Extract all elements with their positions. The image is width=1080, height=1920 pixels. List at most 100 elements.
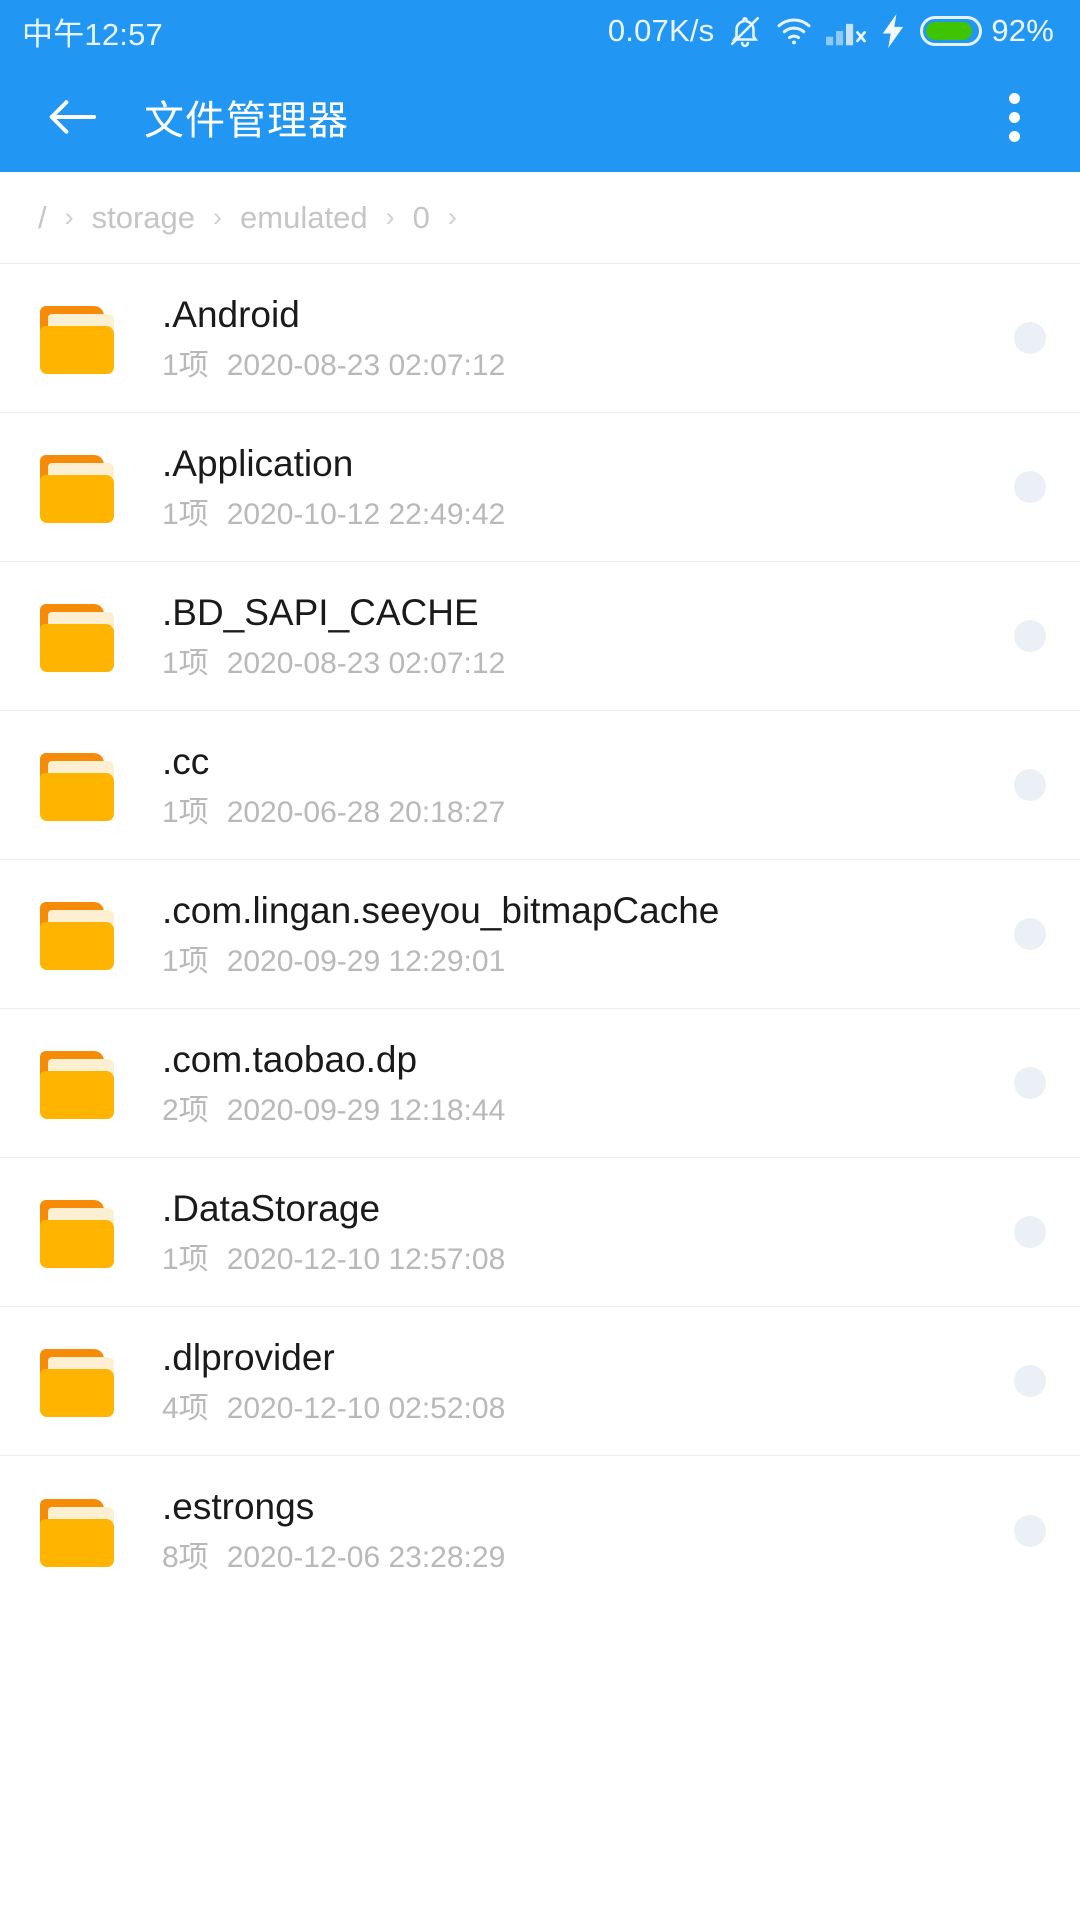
file-modified-time: 2020-09-29 12:18:44	[226, 1093, 506, 1127]
file-row-text: .Application 1项 2020-10-12 22:49:42	[162, 442, 994, 532]
file-meta: 1项 2020-08-23 02:07:12	[162, 646, 994, 681]
folder-icon-part	[40, 475, 114, 523]
file-row[interactable]: .com.taobao.dp 2项 2020-09-29 12:18:44	[0, 1009, 1080, 1158]
folder-icon-part	[40, 1369, 114, 1417]
folder-icon	[40, 898, 120, 970]
select-indicator[interactable]	[1014, 918, 1046, 950]
battery-percent-label: 92%	[991, 13, 1054, 48]
file-item-count: 1项	[162, 1242, 209, 1276]
file-row[interactable]: .cc 1项 2020-06-28 20:18:27	[0, 711, 1080, 860]
folder-icon	[40, 1345, 120, 1417]
file-name: .estrongs	[162, 1486, 315, 1528]
breadcrumb-segment[interactable]: emulated	[236, 200, 372, 236]
folder-icon-part	[40, 922, 114, 970]
bell-muted-icon	[728, 14, 762, 48]
signal-no-service-icon	[826, 16, 867, 46]
select-indicator[interactable]	[1014, 1216, 1046, 1248]
file-modified-time: 2020-10-12 22:49:42	[226, 497, 506, 531]
breadcrumb-separator-icon: ›	[213, 202, 223, 232]
overflow-dot	[1008, 111, 1020, 123]
file-name: .Android	[162, 293, 300, 335]
folder-icon-part	[40, 773, 114, 821]
file-manager-screen: 中午12:57 0.07K/s 92% 文件管理器 / › storage › …	[0, 0, 1080, 1920]
file-row[interactable]: .com.lingan.seeyou_bitmapCache 1项 2020-09-…	[0, 860, 1080, 1009]
file-modified-time: 2020-12-10 12:57:08	[226, 1242, 506, 1276]
folder-icon-part	[40, 624, 114, 672]
file-list[interactable]: .Android 1项 2020-08-23 02:07:12 .Applicatio…	[0, 264, 1080, 1605]
file-row[interactable]: .BD_SAPI_CACHE 1项 2020-08-23 02:07:12	[0, 562, 1080, 711]
file-row-text: .dlprovider 4项 2020-12-10 02:52:08	[162, 1336, 994, 1426]
file-name: .Application	[162, 442, 354, 484]
folder-icon	[40, 1047, 120, 1119]
file-modified-time: 2020-09-29 12:29:01	[226, 944, 506, 978]
file-row[interactable]: .DataStorage 1项 2020-12-10 12:57:08	[0, 1158, 1080, 1307]
file-meta: 4项 2020-12-10 02:52:08	[162, 1391, 994, 1426]
back-button[interactable]	[36, 81, 108, 153]
breadcrumb-separator-icon: ›	[385, 202, 395, 232]
breadcrumb-separator-icon: ›	[447, 202, 457, 232]
select-indicator[interactable]	[1014, 1067, 1046, 1099]
file-row[interactable]: .estrongs 8项 2020-12-06 23:28:29	[0, 1456, 1080, 1605]
folder-icon-part	[40, 1518, 114, 1567]
file-name: .com.taobao.dp	[162, 1038, 418, 1080]
overflow-dot	[1008, 130, 1020, 142]
select-indicator[interactable]	[1014, 769, 1046, 801]
file-modified-time: 2020-12-10 02:52:08	[226, 1391, 506, 1425]
battery-indicator: 92%	[920, 13, 1054, 49]
file-meta: 1项 2020-06-28 20:18:27	[162, 795, 994, 830]
file-modified-time: 2020-08-23 02:07:12	[226, 348, 506, 382]
status-bar: 中午12:57 0.07K/s 92%	[0, 0, 1080, 62]
file-meta: 1项 2020-09-29 12:29:01	[162, 944, 994, 979]
wifi-icon	[776, 16, 812, 46]
breadcrumb-segment[interactable]: /	[34, 200, 51, 236]
file-name: .com.lingan.seeyou_bitmapCache	[162, 889, 720, 931]
folder-icon	[40, 600, 120, 672]
file-row[interactable]: .Android 1项 2020-08-23 02:07:12	[0, 264, 1080, 413]
file-row-text: .estrongs 8项 2020-12-06 23:28:29	[162, 1485, 994, 1575]
folder-icon	[40, 302, 120, 374]
breadcrumb: / › storage › emulated › 0 ›	[0, 172, 1080, 264]
folder-icon	[40, 749, 120, 821]
select-indicator[interactable]	[1014, 471, 1046, 503]
file-row[interactable]: .dlprovider 4项 2020-12-10 02:52:08	[0, 1307, 1080, 1456]
select-indicator[interactable]	[1014, 1514, 1046, 1547]
select-indicator[interactable]	[1014, 322, 1046, 354]
charging-bolt-icon	[880, 14, 906, 48]
file-row-text: .Android 1项 2020-08-23 02:07:12	[162, 293, 994, 383]
file-item-count: 1项	[162, 348, 209, 382]
page-title: 文件管理器	[144, 99, 349, 143]
file-modified-time: 2020-06-28 20:18:27	[226, 795, 506, 829]
file-item-count: 8项	[162, 1541, 209, 1575]
breadcrumb-segment[interactable]: 0	[409, 200, 434, 236]
file-name: .BD_SAPI_CACHE	[162, 591, 479, 633]
file-name: .dlprovider	[162, 1336, 335, 1378]
folder-icon-part	[40, 1220, 114, 1268]
file-name: .cc	[162, 740, 210, 782]
status-bar-indicators: 0.07K/s 92%	[608, 13, 1054, 49]
select-indicator[interactable]	[1014, 1365, 1046, 1397]
file-row[interactable]: .Application 1项 2020-10-12 22:49:42	[0, 413, 1080, 562]
overflow-menu-button[interactable]	[978, 81, 1050, 153]
network-speed-label: 0.07K/s	[607, 13, 715, 48]
file-modified-time: 2020-12-06 23:28:29	[226, 1541, 506, 1575]
file-item-count: 1项	[162, 944, 209, 978]
file-row-text: .com.lingan.seeyou_bitmapCache 1项 2020-09-…	[162, 889, 994, 979]
file-meta: 1项 2020-12-10 12:57:08	[162, 1242, 994, 1277]
file-name: .DataStorage	[162, 1187, 381, 1229]
file-item-count: 1项	[162, 646, 209, 680]
file-row-text: .DataStorage 1项 2020-12-10 12:57:08	[162, 1187, 994, 1277]
folder-icon-part	[40, 326, 114, 374]
file-item-count: 4项	[162, 1391, 209, 1425]
breadcrumb-segment[interactable]: storage	[88, 200, 199, 236]
folder-icon	[40, 1196, 120, 1268]
breadcrumb-separator-icon: ›	[64, 202, 74, 232]
file-item-count: 1项	[162, 497, 209, 531]
overflow-dot	[1008, 92, 1020, 104]
file-row-text: .cc 1项 2020-06-28 20:18:27	[162, 740, 994, 830]
battery-fill	[926, 22, 973, 40]
folder-icon	[40, 451, 120, 523]
app-bar: 文件管理器	[0, 62, 1080, 172]
file-row-text: .BD_SAPI_CACHE 1项 2020-08-23 02:07:12	[162, 591, 994, 681]
select-indicator[interactable]	[1014, 620, 1046, 652]
file-meta: 1项 2020-08-23 02:07:12	[162, 348, 994, 383]
